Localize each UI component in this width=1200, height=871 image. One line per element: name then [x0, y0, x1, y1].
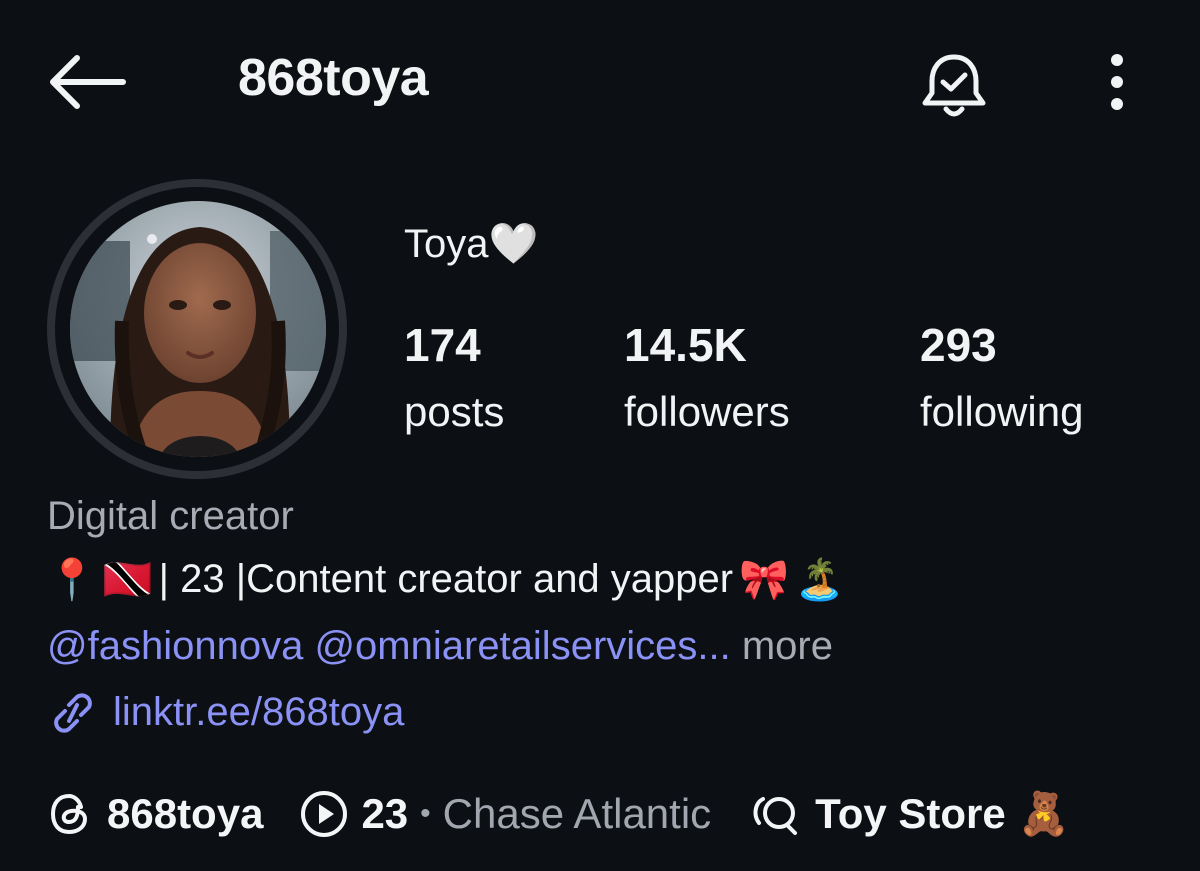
profile-photo [70, 201, 326, 457]
bio-line: | 23 |Content creator and yapper [158, 557, 734, 601]
followers-label[interactable]: followers [624, 388, 790, 436]
island-emoji: 🏝️ [794, 558, 845, 602]
bell-check-icon [922, 54, 986, 117]
ribbon-emoji: 🎀 [739, 558, 789, 602]
teddy-bear-emoji: 🧸 [1017, 789, 1071, 837]
display-name-text: Toya [404, 222, 489, 266]
link-text[interactable]: linktr.ee/868toya [113, 690, 404, 735]
followers-count[interactable]: 14.5K [624, 318, 747, 372]
profile-chips: 868toya 23 • Chase Atlantic Toy Store 🧸 [47, 784, 1070, 844]
notifications-button[interactable] [912, 44, 996, 128]
link-icon [54, 692, 92, 733]
white-heart-emoji: 🤍 [488, 222, 539, 266]
pin-emoji: 📍 [47, 558, 97, 602]
avatar[interactable] [70, 201, 326, 457]
vertical-dots-icon [1111, 54, 1123, 110]
music-artist[interactable]: Chase Atlantic [443, 790, 712, 838]
page-title: 868toya [238, 49, 429, 107]
mention-links[interactable]: @fashionnova @omniaretailservices [47, 624, 697, 668]
external-link[interactable]: linktr.ee/868toya [47, 690, 404, 735]
broadcast-channel-icon [753, 797, 798, 835]
more-button[interactable]: more [742, 624, 833, 668]
channel-name[interactable]: Toy Store [815, 790, 1006, 838]
threads-handle[interactable]: 868toya [107, 790, 263, 838]
following-label[interactable]: following [920, 388, 1083, 436]
arrow-left-icon [50, 55, 126, 109]
threads-icon [50, 793, 88, 835]
bio-text: 📍 🇹🇹 | 23 |Content creator and yapper 🎀 … [47, 556, 845, 603]
flag-emoji: 🇹🇹 [102, 558, 153, 602]
posts-count[interactable]: 174 [404, 318, 481, 372]
music-count[interactable]: 23 [361, 790, 408, 838]
posts-label[interactable]: posts [404, 388, 504, 436]
music-chip[interactable]: 23 • Chase Atlantic [299, 789, 711, 839]
play-circle-icon [301, 791, 348, 837]
threads-chip[interactable]: 868toya [47, 790, 263, 838]
following-count[interactable]: 293 [920, 318, 997, 372]
separator-dot: • [420, 797, 431, 830]
ellipsis: ... [697, 624, 731, 668]
more-options-button[interactable] [1094, 50, 1140, 114]
back-button[interactable] [40, 50, 132, 114]
bio-mentions: @fashionnova @omniaretailservices... mor… [47, 624, 833, 669]
channel-chip[interactable]: Toy Store 🧸 [749, 789, 1070, 839]
display-name: Toya🤍 [404, 220, 538, 267]
profile-category: Digital creator [47, 494, 294, 538]
